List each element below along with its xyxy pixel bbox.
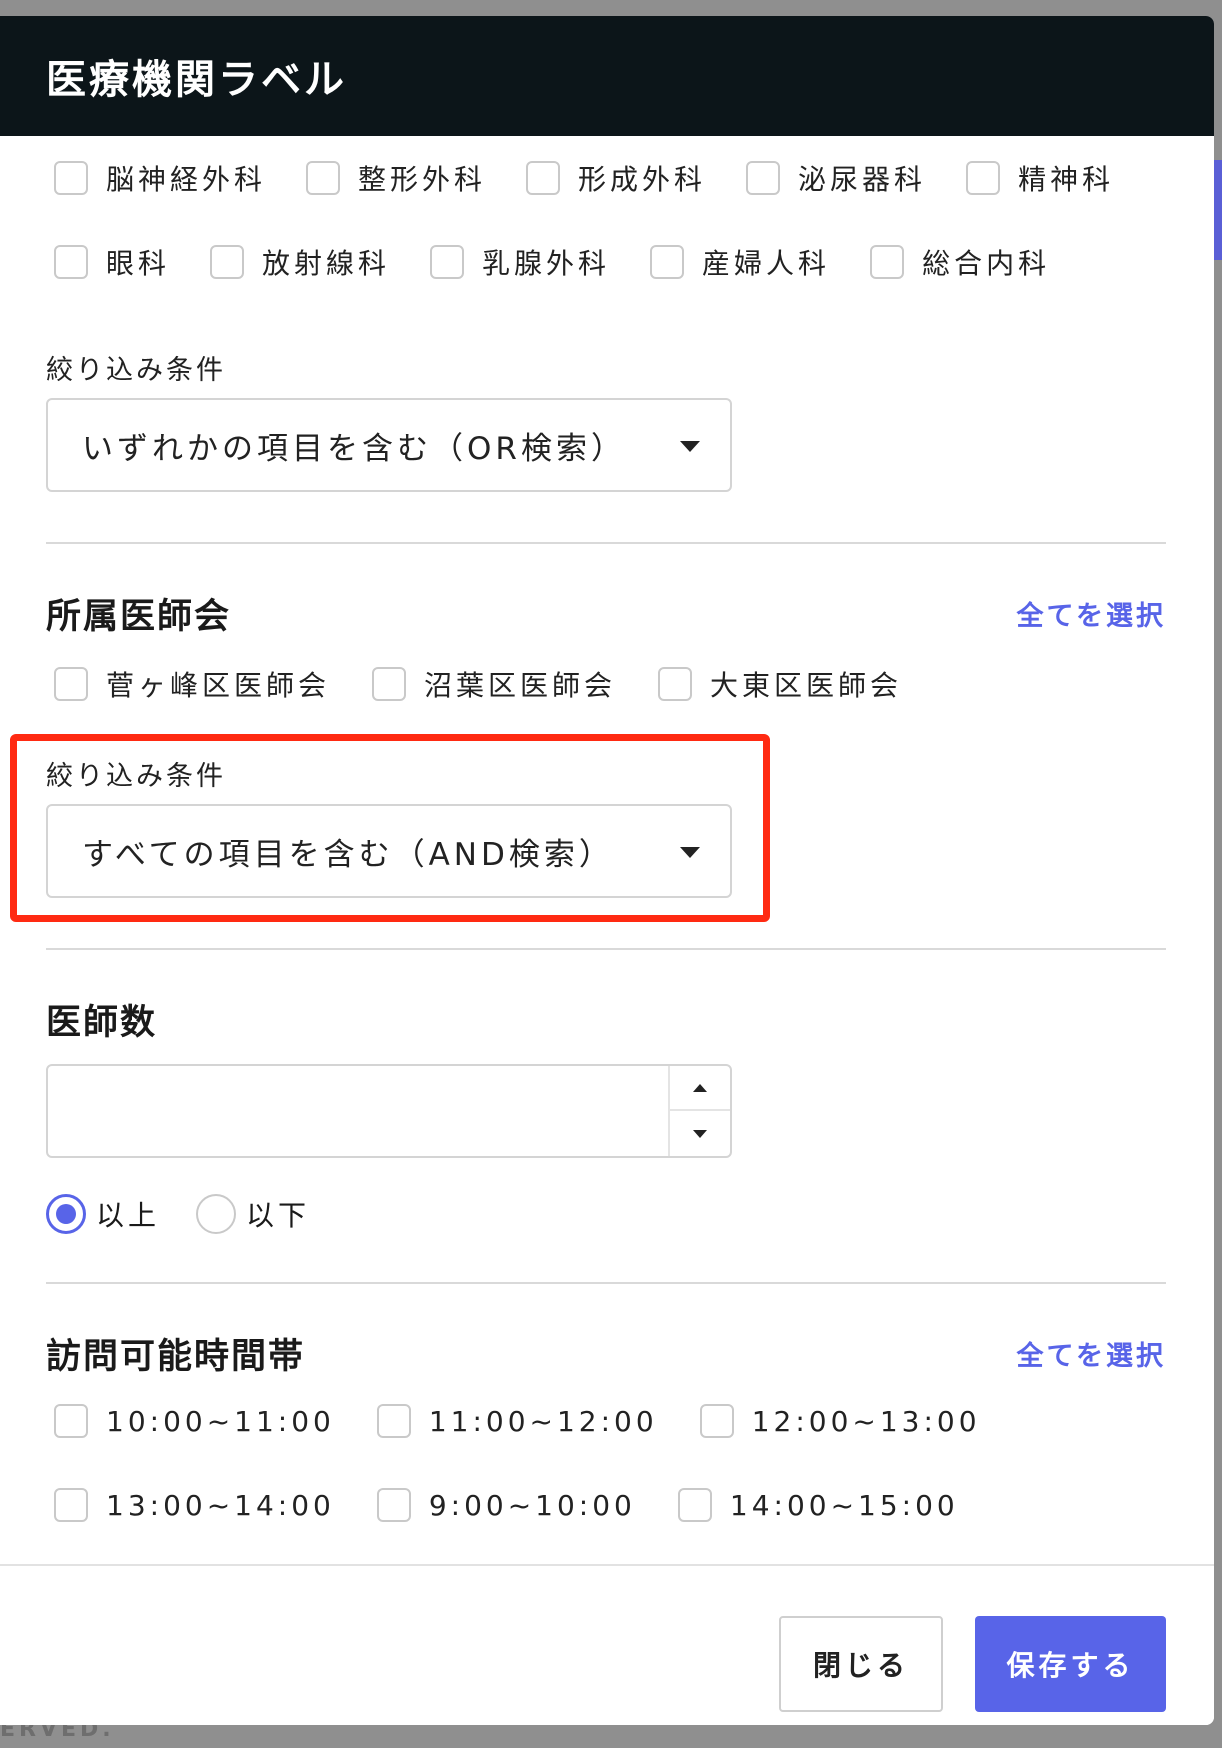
checkbox-label: 形成外科 [578, 163, 707, 196]
department-checkbox[interactable]: 放射線科 [210, 242, 390, 282]
department-checkbox[interactable]: 眼科 [54, 242, 170, 282]
divider [46, 948, 1166, 950]
department-row-2: 眼科 放射線科 乳腺外科 産婦人科 総合内科 [54, 242, 1090, 282]
radio-button[interactable] [46, 1194, 86, 1234]
association-checkbox[interactable]: 菅ヶ峰区医師会 [54, 664, 330, 704]
section-title-visit-hours: 訪問可能時間帯 [46, 1337, 306, 1377]
visit-hour-checkbox[interactable]: 14:00~15:00 [677, 1488, 959, 1522]
department-row-1: 脳神経外科 整形外科 形成外科 泌尿器科 精神科 [54, 158, 1154, 198]
checkbox[interactable] [966, 161, 1001, 195]
radio-button[interactable] [196, 1194, 237, 1234]
visit-hour-checkbox[interactable]: 9:00~10:00 [376, 1488, 636, 1522]
checkbox[interactable] [54, 161, 88, 195]
department-checkbox[interactable]: 泌尿器科 [746, 158, 926, 198]
save-button[interactable]: 保存する [975, 1616, 1166, 1712]
radio-option-lte[interactable]: 以下 [196, 1194, 310, 1234]
department-checkbox[interactable]: 整形外科 [306, 158, 486, 198]
checkbox-label: 大東区医師会 [710, 669, 903, 702]
department-filter-select[interactable]: いずれかの項目を含む（OR検索） [46, 398, 732, 492]
checkbox[interactable] [526, 161, 561, 195]
checkbox[interactable] [54, 1488, 88, 1522]
caret-down-icon [680, 441, 700, 452]
department-checkbox[interactable]: 総合内科 [870, 242, 1050, 282]
visit-hour-checkbox[interactable]: 13:00~14:00 [54, 1488, 335, 1522]
checkbox-label: 泌尿器科 [798, 163, 927, 196]
checkbox-label: 10:00~11:00 [106, 1404, 335, 1438]
checkbox-label: 9:00~10:00 [428, 1488, 636, 1522]
checkbox[interactable] [376, 1488, 411, 1522]
checkbox[interactable] [306, 161, 341, 195]
association-row: 菅ヶ峰区医師会 沼葉区医師会 大東区医師会 [54, 664, 942, 704]
checkbox[interactable] [54, 667, 88, 701]
checkbox-label: 放射線科 [262, 247, 391, 280]
section-title-medical-association: 所属医師会 [46, 597, 232, 637]
increment-button[interactable] [670, 1066, 730, 1111]
checkbox-label: 11:00~12:00 [428, 1404, 658, 1438]
checkbox[interactable] [699, 1404, 734, 1438]
checkbox-label: 沼葉区医師会 [424, 669, 617, 702]
modal-footer: 閉じる 保存する [0, 1564, 1214, 1725]
doctor-count-input[interactable] [46, 1064, 732, 1158]
checkbox-label: 総合内科 [922, 247, 1051, 280]
checkbox-label: 産婦人科 [702, 247, 831, 280]
checkbox[interactable] [372, 667, 407, 701]
radio-label: 以上 [96, 1199, 161, 1232]
checkbox-label: 精神科 [1018, 163, 1115, 196]
checkbox[interactable] [430, 245, 465, 279]
department-filter-label: 絞り込み条件 [46, 355, 226, 386]
section-title-doctor-count: 医師数 [46, 1003, 158, 1043]
select-all-visit-hours[interactable]: 全てを選択 [1017, 1334, 1166, 1373]
checkbox[interactable] [54, 245, 88, 279]
checkbox[interactable] [677, 1488, 712, 1522]
visit-hours-row-2: 13:00~14:00 9:00~10:00 14:00~15:00 [54, 1488, 999, 1522]
select-value: いずれかの項目を含む（OR検索） [82, 430, 626, 467]
modal-title: 医療機関ラベル [46, 57, 347, 103]
checkbox-label: 12:00~13:00 [751, 1404, 981, 1438]
visit-hours-row-1: 10:00~11:00 11:00~12:00 12:00~13:00 [54, 1404, 1021, 1438]
checkbox-label: 整形外科 [358, 163, 487, 196]
radio-label: 以下 [246, 1199, 311, 1232]
department-checkbox[interactable]: 乳腺外科 [430, 242, 610, 282]
arrow-up-icon [693, 1083, 707, 1092]
checkbox[interactable] [54, 1404, 88, 1438]
checkbox[interactable] [650, 245, 685, 279]
checkbox[interactable] [746, 161, 781, 195]
highlight-annotation [10, 734, 770, 922]
modal-header: 医療機関ラベル [0, 16, 1214, 136]
radio-option-gte[interactable]: 以上 [46, 1194, 160, 1234]
checkbox-label: 眼科 [106, 247, 171, 280]
visit-hour-checkbox[interactable]: 12:00~13:00 [699, 1404, 981, 1438]
association-checkbox[interactable]: 沼葉区医師会 [372, 664, 616, 704]
association-checkbox[interactable]: 大東区医師会 [658, 664, 902, 704]
checkbox-label: 13:00~14:00 [106, 1488, 335, 1522]
checkbox[interactable] [210, 245, 245, 279]
checkbox-label: 乳腺外科 [482, 247, 611, 280]
arrow-down-icon [693, 1129, 707, 1138]
select-all-medical-association[interactable]: 全てを選択 [1017, 594, 1166, 633]
checkbox-label: 脳神経外科 [106, 163, 267, 196]
doctor-count-radio-group: 以上 以下 [46, 1194, 346, 1234]
department-checkbox[interactable]: 産婦人科 [650, 242, 830, 282]
divider [46, 542, 1166, 544]
number-spinner [668, 1066, 730, 1156]
checkbox[interactable] [658, 667, 693, 701]
checkbox[interactable] [870, 245, 905, 279]
visit-hour-checkbox[interactable]: 10:00~11:00 [54, 1404, 335, 1438]
checkbox-label: 菅ヶ峰区医師会 [106, 669, 331, 702]
department-checkbox[interactable]: 形成外科 [526, 158, 706, 198]
checkbox[interactable] [376, 1404, 411, 1438]
visit-hour-checkbox[interactable]: 11:00~12:00 [376, 1404, 658, 1438]
department-checkbox[interactable]: 精神科 [966, 158, 1114, 198]
close-button[interactable]: 閉じる [779, 1616, 943, 1712]
decrement-button[interactable] [670, 1111, 730, 1156]
divider [46, 1282, 1166, 1284]
checkbox-label: 14:00~15:00 [729, 1488, 959, 1522]
label-modal: 医療機関ラベル 脳神経外科 整形外科 形成外科 泌尿器科 精神科 眼科 放射線科… [0, 16, 1214, 1725]
department-checkbox[interactable]: 脳神経外科 [54, 158, 266, 198]
